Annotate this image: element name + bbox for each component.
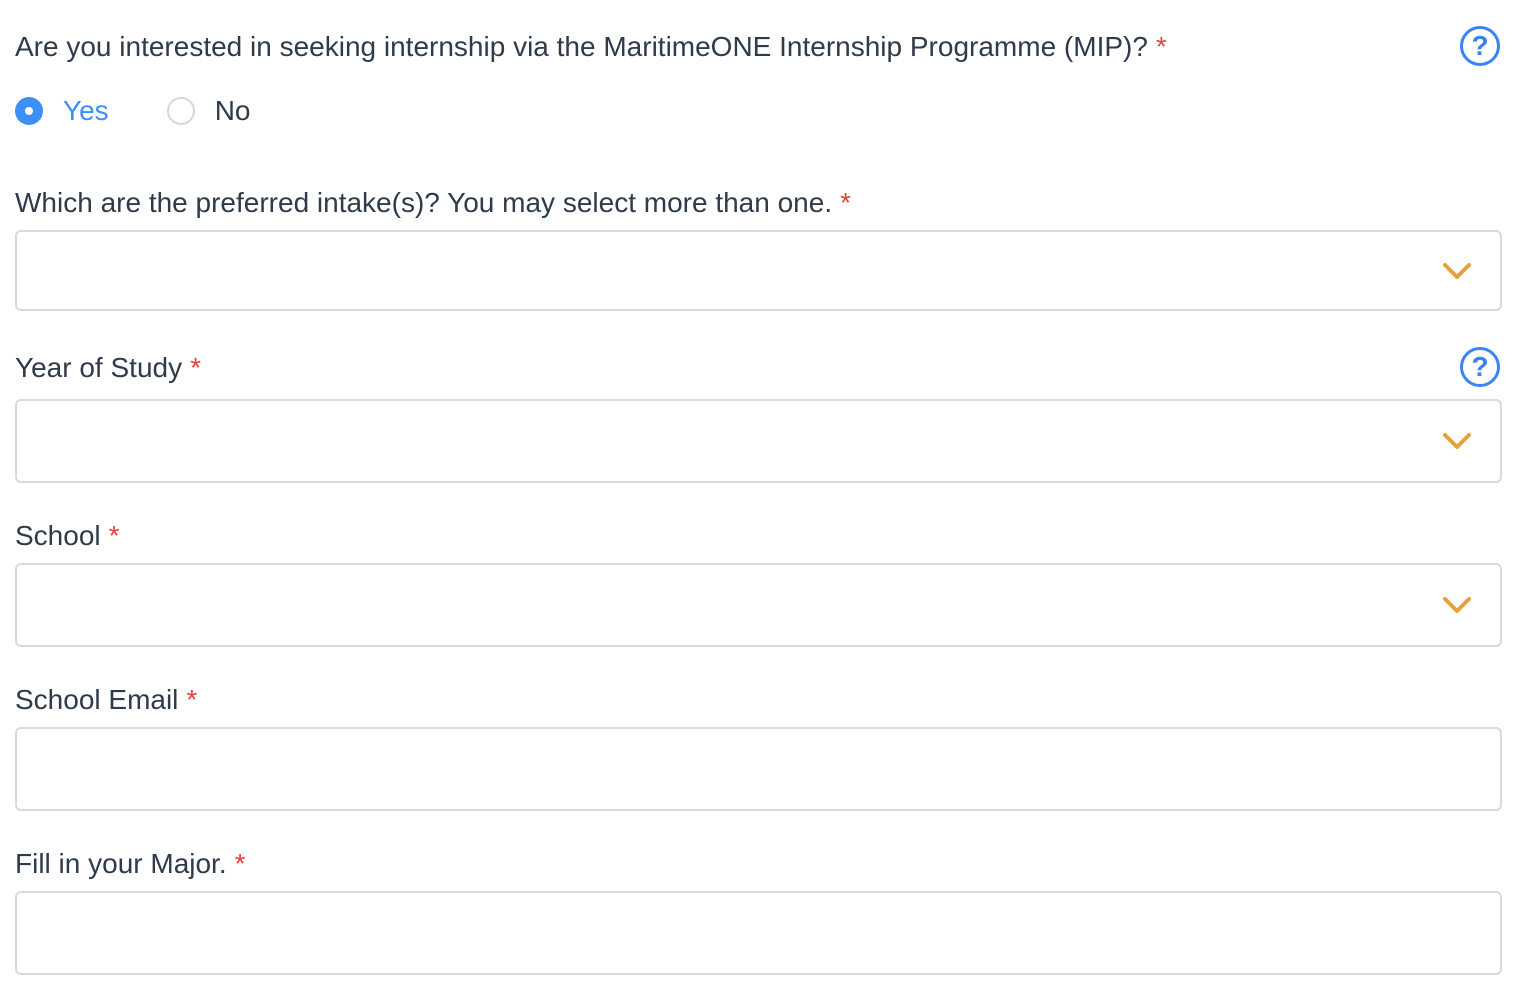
required-asterisk: * [186, 684, 198, 715]
major-label-text: Fill in your Major. [15, 848, 227, 879]
chevron-down-icon[interactable] [1442, 595, 1472, 615]
major-label: Fill in your Major. * [15, 847, 246, 881]
radio-no-button[interactable] [166, 97, 195, 125]
radio-yes-button[interactable] [15, 97, 43, 125]
school-email-label-text: School Email [15, 684, 179, 715]
school-email-input[interactable] [17, 729, 1500, 809]
radio-yes-label[interactable]: Yes [63, 95, 109, 127]
chevron-down-icon[interactable] [1442, 431, 1472, 451]
intake-select[interactable] [15, 230, 1502, 311]
mip-radio-group: Yes No [15, 92, 308, 130]
required-asterisk: * [190, 352, 201, 383]
school-email-field[interactable] [15, 727, 1502, 811]
school-email-label: School Email * [15, 683, 197, 717]
help-glyph: ? [1471, 30, 1489, 61]
year-of-study-label: Year of Study * [15, 351, 201, 385]
required-asterisk: * [840, 187, 852, 218]
intake-label-text: Which are the preferred intake(s)? You m… [15, 187, 833, 218]
radio-no-label[interactable]: No [215, 95, 251, 127]
mip-question-text: Are you interested in seeking internship… [15, 31, 1148, 62]
required-asterisk: * [108, 520, 120, 551]
required-asterisk: * [1155, 31, 1167, 62]
radio-option-no[interactable]: No [166, 95, 251, 127]
year-of-study-select[interactable] [15, 399, 1502, 483]
help-glyph: ? [1471, 351, 1489, 382]
major-field[interactable] [15, 891, 1502, 975]
school-label-text: School [15, 520, 101, 551]
question-circle-icon[interactable]: ? [1460, 347, 1500, 387]
school-label: School * [15, 519, 120, 553]
intake-label: Which are the preferred intake(s)? You m… [15, 186, 851, 220]
major-input[interactable] [17, 893, 1500, 973]
required-asterisk: * [234, 848, 246, 879]
mip-question-label: Are you interested in seeking internship… [15, 30, 1167, 64]
chevron-down-icon[interactable] [1442, 261, 1472, 281]
year-of-study-label-text: Year of Study [15, 352, 183, 383]
question-circle-icon[interactable]: ? [1460, 26, 1500, 66]
school-select[interactable] [15, 563, 1502, 647]
radio-option-yes[interactable]: Yes [15, 95, 109, 127]
